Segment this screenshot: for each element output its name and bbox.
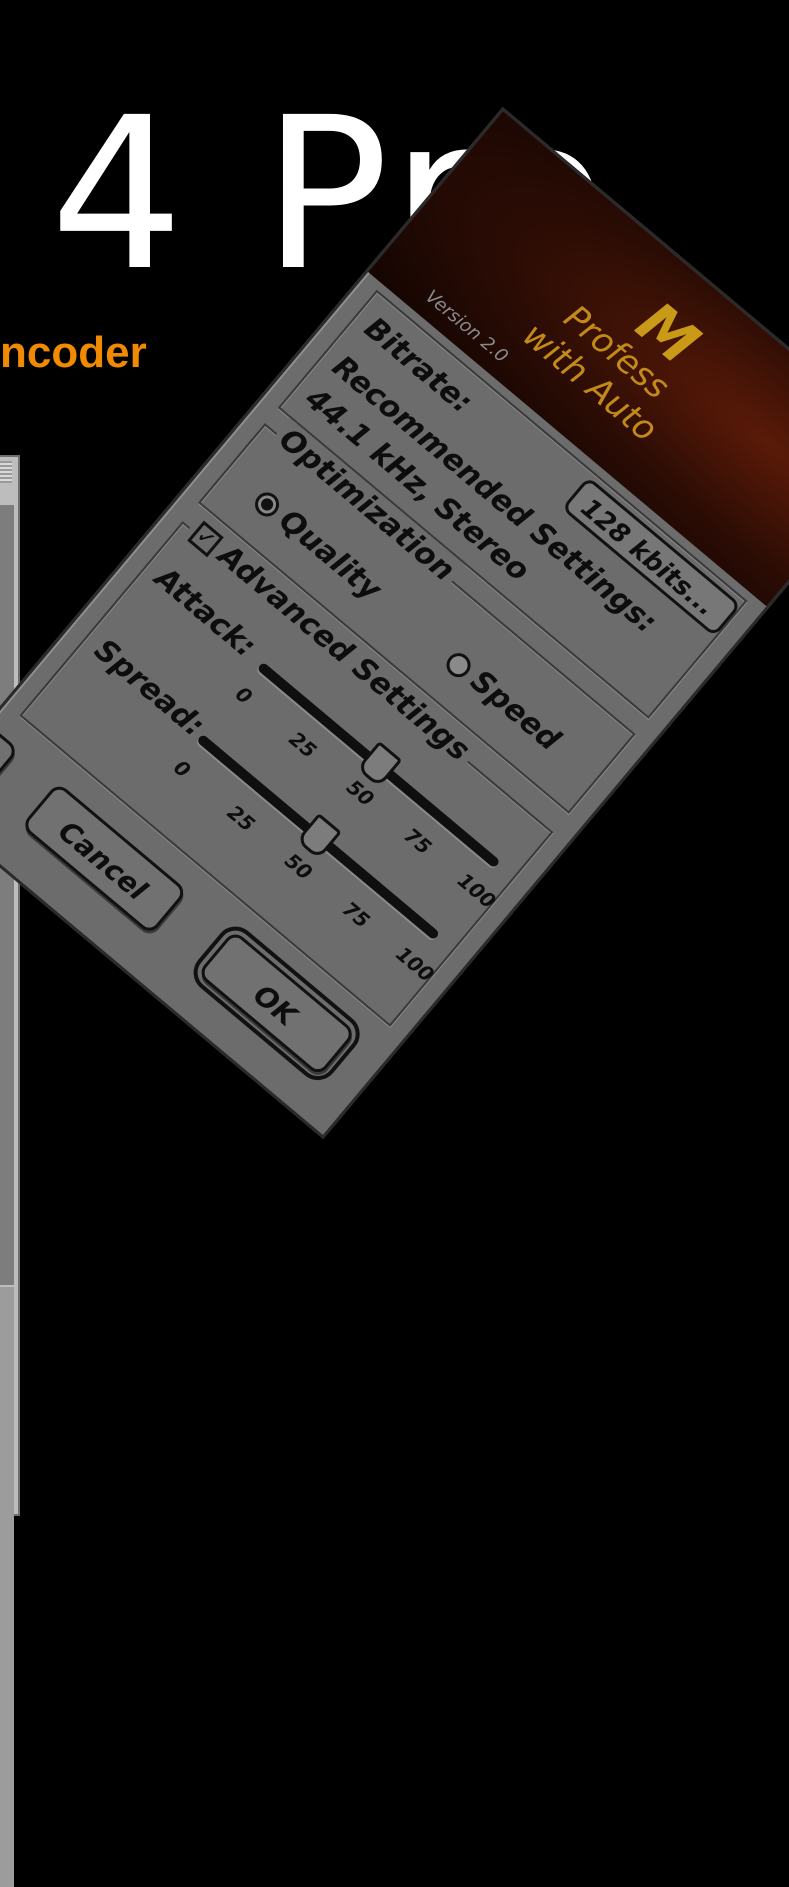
- window-lower-panel: [0, 1287, 14, 1887]
- spread-label: Spread:: [87, 632, 212, 745]
- radio-selected-icon: [250, 487, 285, 521]
- attack-tick: 0: [230, 681, 258, 709]
- spread-tick: 0: [169, 755, 196, 783]
- attack-tick: 100: [453, 867, 501, 914]
- background-window: [0, 455, 20, 1887]
- window-scroll-grip[interactable]: [0, 461, 12, 483]
- checkbox-checked-icon: ✓: [187, 520, 225, 557]
- spread-tick: 100: [391, 941, 439, 987]
- product-subtitle: ncoder: [0, 328, 147, 377]
- attack-tick: 25: [284, 726, 322, 763]
- radio-unselected-icon: [441, 647, 476, 682]
- window-content-panel: [0, 505, 14, 1285]
- attack-tick: 75: [399, 823, 437, 860]
- spread-tick: 75: [337, 896, 375, 933]
- spread-tick: 25: [222, 800, 260, 837]
